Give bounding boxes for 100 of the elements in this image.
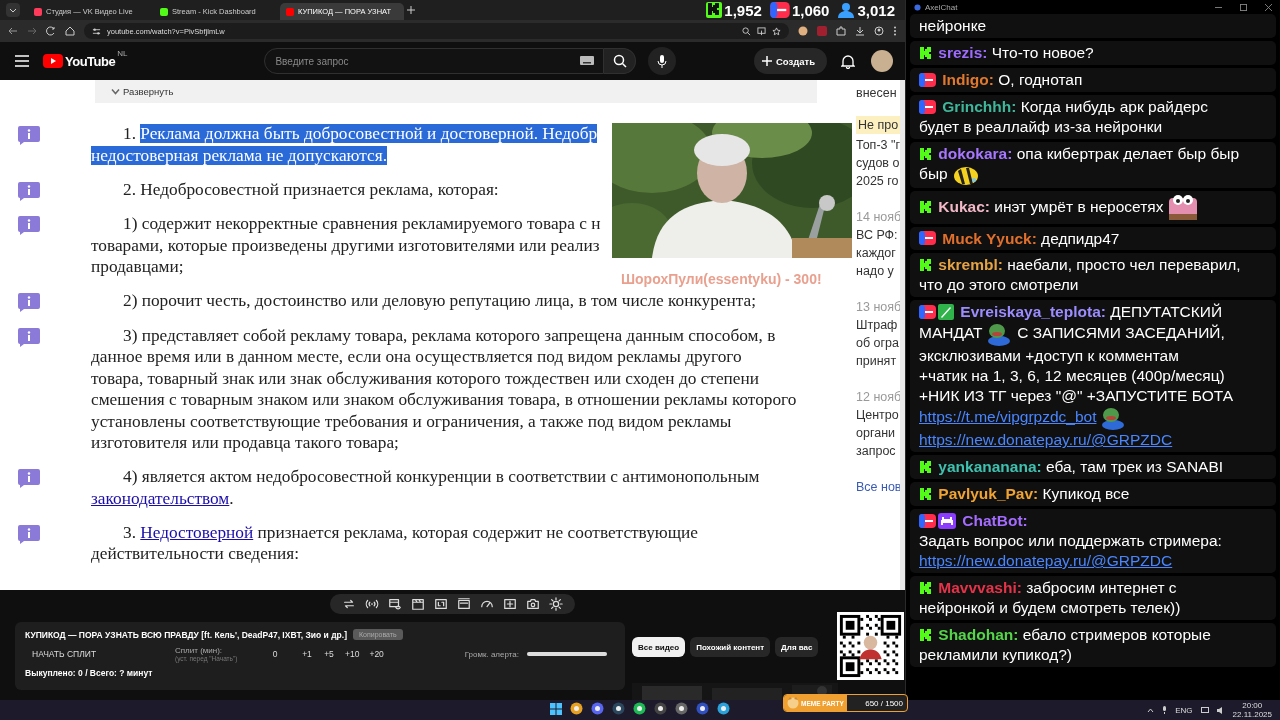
news-headline[interactable]: Центро органи запрос [856,406,900,460]
filter-chip[interactable]: Для вас [775,637,819,657]
camera-icon[interactable] [526,597,540,611]
chat-username[interactable]: skrembl: [938,256,1003,274]
person-icon [837,2,856,18]
note-icon[interactable] [18,216,40,235]
note-icon[interactable] [18,327,40,347]
repeat-icon[interactable] [342,597,356,611]
search-field[interactable]: Введите запрос [264,48,605,74]
news-headline[interactable]: Штраф об огра принят [856,316,900,370]
start-split-button[interactable]: НАЧАТЬ СПЛИТ [32,649,175,659]
profile-icon[interactable] [874,26,884,36]
puzzle-icon[interactable] [836,26,846,36]
live-badge-icon [769,2,790,18]
taskbar-app-icon[interactable] [570,702,583,718]
chat-text: Когда нибудь арк райдерс [1020,97,1208,115]
microphone-icon[interactable] [1162,706,1168,714]
play-logo-icon[interactable] [43,54,63,68]
home-icon[interactable] [65,26,75,36]
link[interactable]: Недостоверной [140,522,254,542]
create-button[interactable]: Создать [753,48,827,74]
taskbar-app-icon[interactable] [675,702,688,718]
reload-icon[interactable] [46,26,56,36]
clock[interactable]: 20:00 22.11.2025 [1232,701,1272,719]
install-icon[interactable] [757,26,766,36]
news-date: 12 нояб [856,389,900,406]
note-icon[interactable] [18,126,40,145]
extension-dot-icon[interactable] [798,26,808,36]
plus-icon[interactable] [406,5,416,15]
screen-icon[interactable] [457,597,471,611]
zoom-icon[interactable] [742,26,751,36]
taskbar-app-icon[interactable] [654,702,667,718]
forward-icon[interactable] [27,26,37,36]
taskbar-app-icon[interactable] [591,702,604,718]
chat-link[interactable]: https://new.donatepay.ru/@GRPZDC [919,431,1173,449]
chat-username[interactable]: Shadohan: [938,625,1019,643]
increment-button[interactable]: +1 [299,649,315,659]
kebab-menu-icon[interactable] [893,26,897,36]
chat-username[interactable]: Indigo: [942,70,994,88]
chat-username[interactable]: Pavlyuk_Pav: [938,485,1039,503]
note-icon[interactable] [18,469,40,488]
maximize-button[interactable] [1240,3,1247,11]
chat-link[interactable]: https://t.me/vipgrpzdc_bot [919,408,1097,426]
chat-username[interactable]: Grinchhh: [942,97,1017,115]
chat-username[interactable]: srezis: [938,43,988,61]
chat-username[interactable]: Muck Yyuck: [942,229,1037,247]
back-icon[interactable] [8,26,18,36]
download-icon[interactable] [855,26,865,36]
search-button[interactable] [604,48,637,74]
k-logo-icon [706,2,723,18]
language-indicator[interactable]: ENG [1175,705,1193,715]
sparkle-icon[interactable] [503,597,517,611]
video-eye-icon[interactable] [388,597,402,611]
tab-list-button[interactable] [6,3,20,17]
chat-username[interactable]: Mavvvashi: [938,578,1022,596]
chat-username[interactable]: ChatBot: [962,511,1028,529]
increment-button[interactable]: +5 [321,649,337,659]
taskbar-app-icon[interactable] [633,702,646,718]
chat-text: МАНДАТ [919,324,983,342]
speaker-icon[interactable] [1216,706,1225,714]
news-headline[interactable]: Топ-3 "г судов о 2025 го [856,136,900,190]
note-icon[interactable] [18,293,40,312]
star-icon[interactable] [772,26,781,36]
bell-icon[interactable] [841,53,855,69]
clapperboard-icon[interactable] [411,597,425,611]
link[interactable]: законодательством [91,488,230,508]
broadcast-icon[interactable] [365,597,379,611]
chat-username[interactable]: Kukac: [938,197,990,215]
increment-button[interactable]: +20 [367,649,386,659]
filter-chip[interactable]: Похожий контент [690,637,771,657]
note-icon[interactable] [18,524,40,544]
taskbar-app-icon[interactable] [717,702,730,718]
close-icon [1265,3,1272,11]
menu-icon[interactable] [15,55,29,67]
keyboard-icon[interactable] [580,56,595,65]
avatar[interactable] [871,50,893,72]
expand-button[interactable]: Развернуть [109,84,176,99]
taskbar-app-icon[interactable] [612,702,625,718]
space-invader-icon [938,512,956,529]
monitor-icon[interactable] [1200,706,1209,714]
news-headline[interactable]: ВС РФ: каждог надо у [856,226,900,280]
split-value: 0 [271,649,279,659]
filter-chip[interactable]: Все видео [632,637,686,657]
volume-slider[interactable] [527,652,607,656]
voice-search-button[interactable] [648,47,677,75]
taskbar-app-icon[interactable] [696,702,709,718]
close-button[interactable] [1265,3,1272,11]
sword-icon [938,304,954,321]
chat-username[interactable]: Evreiskaya_teplota: [960,303,1106,321]
increment-button[interactable]: +10 [343,649,362,659]
logo-text[interactable]: YouTube [65,53,116,69]
note-icon[interactable] [18,181,40,201]
start-icon[interactable] [550,702,562,718]
chevron-up-icon[interactable] [1147,707,1155,713]
chat-username[interactable]: yankananana: [938,458,1042,476]
chat-link[interactable]: https://new.donatepay.ru/@GRPZDC [919,551,1173,569]
microphone-icon [657,54,668,68]
frame-icon[interactable] [434,597,448,611]
settings-icon[interactable] [549,597,563,611]
chat-username[interactable]: dokokara: [938,144,1013,162]
